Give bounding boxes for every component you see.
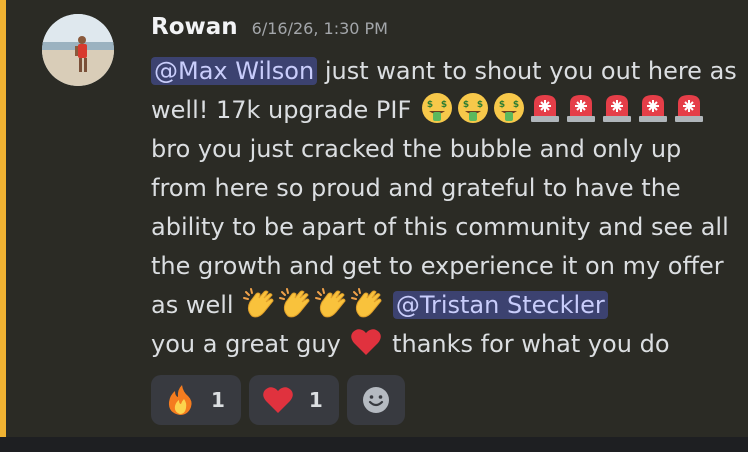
mention-max-wilson[interactable]: @Max Wilson	[151, 57, 318, 85]
clapping-hands-icon	[278, 286, 312, 320]
message-header: Rowan 6/16/26, 1:30 PM	[151, 14, 388, 46]
police-light-icon	[528, 91, 562, 125]
svg-text:$: $	[441, 100, 447, 110]
svg-text:$: $	[463, 100, 469, 110]
message-text: you a great guy	[151, 330, 349, 358]
username[interactable]: Rowan	[151, 14, 238, 40]
money-mouth-face-icon: $ $	[492, 91, 526, 125]
police-light-icon	[564, 91, 598, 125]
money-mouth-face-icon: $ $	[420, 91, 454, 125]
chat-message: Rowan 6/16/26, 1:30 PM @Max Wilson just …	[0, 0, 748, 437]
svg-text:$: $	[477, 100, 483, 110]
add-reaction-button[interactable]	[346, 375, 405, 425]
message-content: @Max Wilson just want to shout you out h…	[151, 52, 741, 364]
fire-icon	[163, 383, 197, 417]
clapping-hands-icon	[314, 286, 348, 320]
reaction-count: 1	[308, 388, 323, 412]
police-light-icon	[600, 91, 634, 125]
red-heart-icon	[349, 325, 383, 359]
police-light-icon	[672, 91, 706, 125]
mention-tristan-steckler[interactable]: @Tristan Steckler	[392, 291, 608, 319]
red-heart-icon	[261, 383, 295, 417]
reactions-bar: 1 1	[151, 375, 405, 425]
avatar[interactable]	[42, 14, 114, 86]
message-text: thanks for what you do	[384, 330, 670, 358]
svg-text:$: $	[513, 100, 519, 110]
svg-text:$: $	[427, 100, 433, 110]
reaction-fire[interactable]: 1	[151, 375, 241, 425]
clapping-hands-icon	[242, 286, 276, 320]
svg-text:$: $	[499, 100, 505, 110]
police-light-icon	[636, 91, 670, 125]
clapping-hands-icon	[350, 286, 384, 320]
timestamp: 6/16/26, 1:30 PM	[251, 19, 388, 38]
smiley-add-reaction-icon	[359, 383, 393, 417]
reaction-count: 1	[211, 388, 225, 412]
message-divider	[0, 437, 748, 452]
money-mouth-face-icon: $ $	[456, 91, 490, 125]
reaction-heart[interactable]: 1	[248, 375, 339, 425]
